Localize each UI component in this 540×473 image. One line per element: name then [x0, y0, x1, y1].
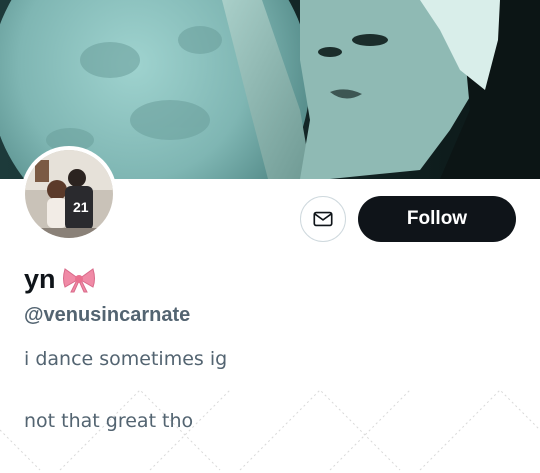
follow-button[interactable]: Follow [358, 196, 516, 242]
display-name-text: yn [24, 264, 56, 294]
svg-text:21: 21 [73, 199, 89, 215]
bio-line: i dance sometimes ig [24, 348, 228, 370]
avatar[interactable]: 21 [21, 146, 117, 242]
message-button[interactable] [300, 196, 346, 242]
bow-icon [62, 265, 96, 293]
display-name: yn [24, 262, 96, 296]
mail-icon [312, 208, 334, 230]
profile-page: 21 Follow yn @venusincarnate i dance som… [0, 0, 540, 473]
bio-line: not that great tho [24, 410, 194, 432]
profile-handle: @venusincarnate [24, 304, 191, 326]
